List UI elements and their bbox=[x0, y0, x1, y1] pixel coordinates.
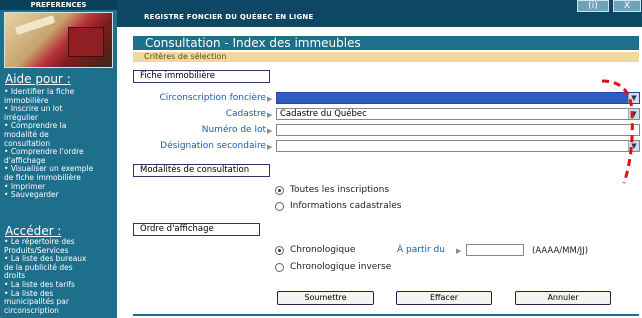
lot-label: Numéro de lot bbox=[201, 125, 266, 135]
circonscription-select[interactable]: ▼ bbox=[276, 92, 640, 104]
page-title: Consultation - Index des immeubles bbox=[133, 36, 639, 50]
clear-button[interactable]: Effacer bbox=[396, 291, 492, 305]
designation-select[interactable]: ▼ bbox=[276, 140, 640, 152]
section-ordre: Ordre d'affichage bbox=[133, 223, 260, 236]
date-label: À partir du bbox=[397, 245, 445, 255]
date-input[interactable] bbox=[466, 244, 524, 256]
access-links: • Le répertoire des Produits/Services • … bbox=[4, 237, 116, 316]
close-icon[interactable]: X bbox=[613, 0, 641, 12]
red-annotation-bracket bbox=[601, 79, 634, 184]
radio-cadastrales-label: Informations cadastrales bbox=[290, 201, 402, 211]
pen-image bbox=[14, 15, 56, 35]
help-links: • Identifier la fiche immobilière • Insc… bbox=[4, 87, 116, 200]
radio-inverse-label: Chronologique inverse bbox=[290, 262, 392, 272]
section-modalites: Modalités de consultation bbox=[133, 164, 270, 177]
bottom-divider bbox=[133, 314, 639, 316]
access-link-cont[interactable]: circonscription bbox=[4, 306, 116, 316]
radio-inverse[interactable] bbox=[275, 263, 284, 272]
hero-image bbox=[4, 12, 113, 68]
preferences-tab[interactable]: PREFERENCES bbox=[0, 0, 117, 10]
circonscription-label: Circonscription foncière bbox=[159, 93, 266, 103]
access-heading: Accéder : bbox=[5, 224, 62, 238]
header-bar: REGISTRE FONCIER DU QUÉBEC EN LIGNE (i) … bbox=[117, 0, 642, 27]
info-icon[interactable]: (i) bbox=[577, 0, 609, 12]
submit-button[interactable]: Soumettre bbox=[277, 291, 374, 305]
arrow-icon: ▶ bbox=[267, 127, 273, 135]
arrow-icon: ▶ bbox=[267, 95, 273, 103]
help-link[interactable]: • Sauvegarder bbox=[4, 190, 116, 200]
radio-chronologique-label: Chronologique bbox=[290, 245, 356, 255]
arrow-icon: ▶ bbox=[267, 143, 273, 151]
radio-toutes[interactable] bbox=[275, 186, 284, 195]
arrow-icon: ▶ bbox=[267, 111, 273, 119]
site-title: REGISTRE FONCIER DU QUÉBEC EN LIGNE bbox=[144, 13, 314, 21]
section-fiche: Fiche immobilière bbox=[133, 70, 270, 83]
radio-toutes-label: Toutes les inscriptions bbox=[290, 185, 390, 195]
lot-input[interactable] bbox=[276, 124, 640, 136]
criteria-bar: Critères de sélection bbox=[133, 52, 639, 62]
cadastre-label: Cadastre bbox=[225, 109, 266, 119]
designation-label: Désignation secondaire bbox=[160, 141, 266, 151]
sidebar: PREFERENCES Aide pour : • Identifier la … bbox=[0, 0, 117, 318]
help-heading: Aide pour : bbox=[5, 72, 71, 86]
cancel-button[interactable]: Annuler bbox=[515, 291, 611, 305]
cadastre-value: Cadastre du Québec bbox=[280, 109, 367, 119]
cadastre-select[interactable]: Cadastre du Québec ▼ bbox=[276, 108, 640, 120]
arrow-icon: ▶ bbox=[456, 247, 462, 255]
radio-chronologique[interactable] bbox=[275, 246, 284, 255]
date-format: (AAAA/MM/JJ) bbox=[532, 246, 589, 256]
radio-cadastrales[interactable] bbox=[275, 202, 284, 211]
book-image bbox=[68, 27, 104, 57]
